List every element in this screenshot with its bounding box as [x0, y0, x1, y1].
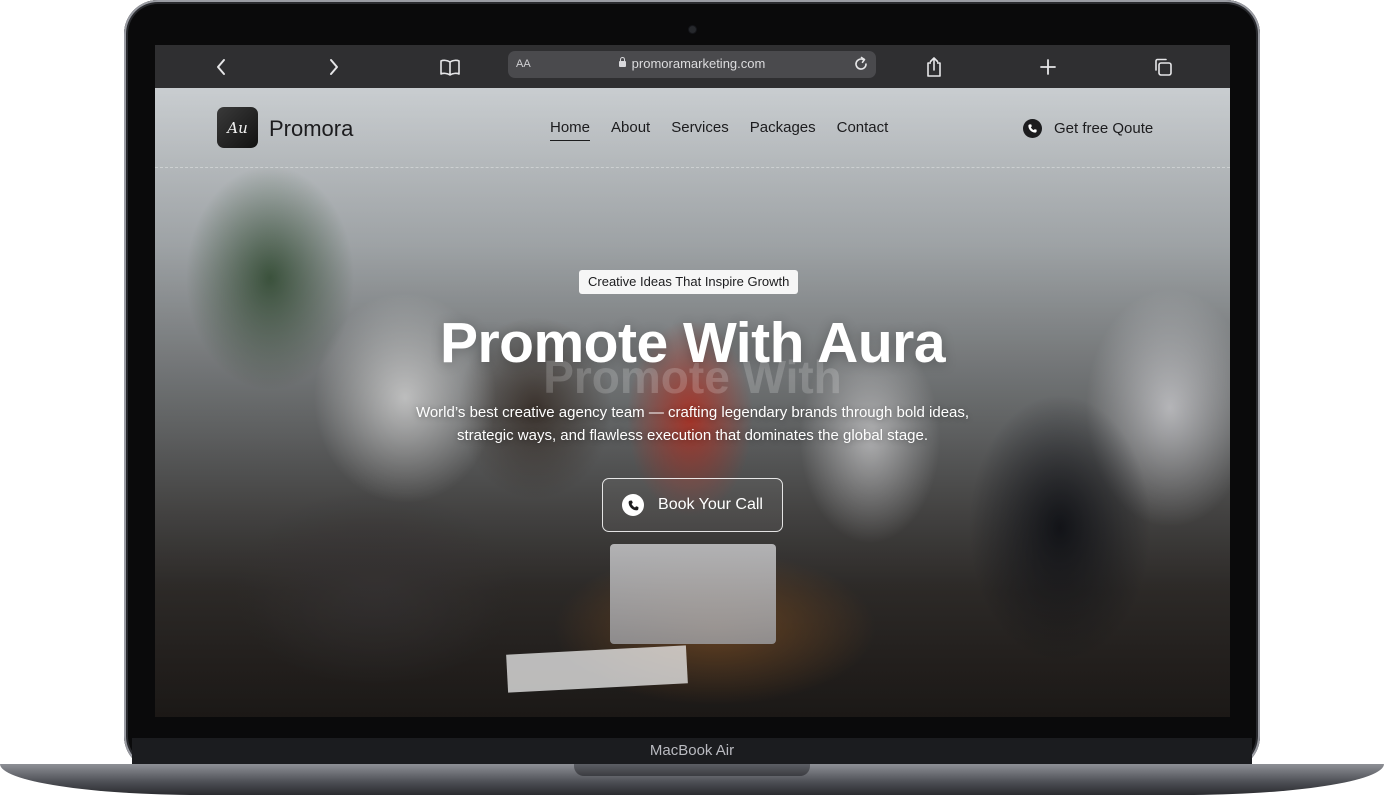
hero-subtitle: World’s best creative agency team — craf…	[155, 401, 1230, 447]
nav-about[interactable]: About	[611, 119, 650, 141]
screen: AA promoramarketing.com Au Promora Home …	[155, 45, 1230, 717]
share-icon[interactable]	[921, 54, 947, 80]
book-call-button[interactable]: Book Your Call	[602, 478, 783, 532]
hero-subtitle-line-2: strategic ways, and flawless execution t…	[456, 427, 929, 444]
brand-name[interactable]: Promora	[269, 116, 353, 142]
phone-call-icon	[622, 494, 645, 516]
hero-photo-laptop	[610, 544, 776, 644]
nav-home[interactable]: Home	[550, 119, 591, 141]
hero-photo-paper	[506, 645, 688, 693]
logo-mark-text: Au	[227, 118, 248, 137]
site-header: Au Promora Home About Services Packages …	[155, 88, 1230, 168]
bookmarks-icon[interactable]	[437, 54, 463, 80]
address-bar[interactable]: AA promoramarketing.com	[508, 51, 876, 78]
forward-icon[interactable]	[321, 54, 347, 80]
new-tab-icon[interactable]	[1035, 54, 1061, 80]
laptop-notch	[574, 764, 810, 776]
nav-contact[interactable]: Contact	[837, 119, 889, 141]
back-icon[interactable]	[208, 54, 234, 80]
hero-subtitle-line-1: World’s best creative agency team — craf…	[415, 404, 970, 421]
camera	[689, 26, 696, 33]
main-nav: Home About Services Packages Contact	[550, 119, 888, 141]
browser-toolbar: AA promoramarketing.com	[155, 45, 1230, 88]
phone-icon	[1023, 119, 1042, 138]
hero-headline: Promote With Aura	[439, 311, 946, 375]
lock-icon	[618, 57, 626, 67]
nav-packages[interactable]: Packages	[750, 119, 816, 141]
book-call-label: Book Your Call	[658, 496, 763, 513]
hero-badge: Creative Ideas That Inspire Growth	[579, 270, 799, 294]
hero-section: Au Promora Home About Services Packages …	[155, 88, 1230, 717]
reload-icon[interactable]	[852, 55, 870, 78]
url-text: promoramarketing.com	[631, 56, 766, 71]
nav-services[interactable]: Services	[671, 119, 729, 141]
tabs-icon[interactable]	[1150, 54, 1176, 80]
get-quote-label: Get free Qoute	[1054, 120, 1154, 137]
device-label: MacBook Air	[649, 742, 735, 759]
get-quote-link[interactable]: Get free Qoute	[1023, 119, 1153, 138]
logo-icon[interactable]: Au	[217, 107, 258, 148]
laptop-chin: MacBook Air	[132, 738, 1252, 766]
